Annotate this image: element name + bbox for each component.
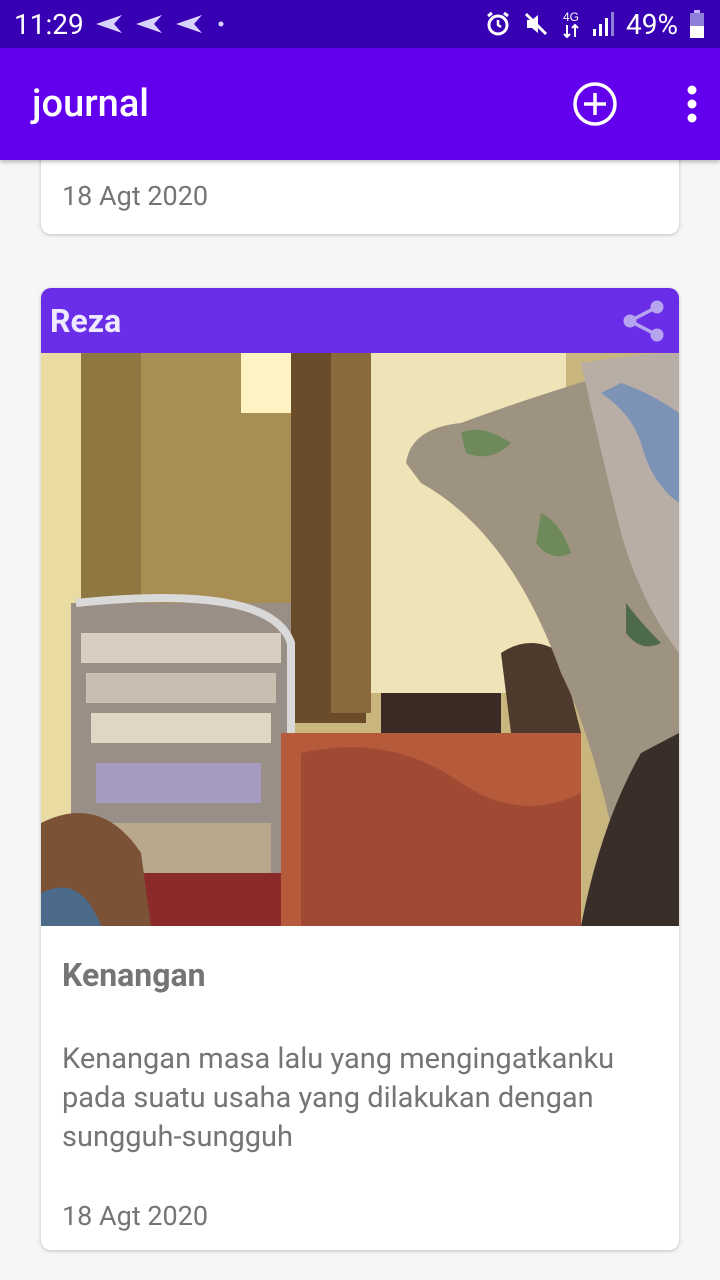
network-4g-icon: 4G (560, 9, 582, 39)
entry-title: Kenangan (62, 956, 206, 994)
app-bar: journal (0, 48, 720, 160)
entry-photo (41, 353, 679, 926)
journal-card[interactable]: Reza Kenangan Kenangan masa lalu yang me… (41, 288, 679, 1250)
add-circle-icon (573, 82, 617, 126)
network-label: 4G (563, 10, 579, 24)
notification-dot-icon (214, 17, 228, 31)
more-vert-icon (687, 85, 697, 123)
battery-icon (688, 9, 706, 39)
battery-percent: 49% (626, 7, 678, 41)
mute-icon (522, 10, 550, 38)
add-entry-button[interactable] (568, 77, 622, 131)
entry-author: Reza (50, 301, 122, 340)
entry-date: 18 Agt 2020 (62, 180, 209, 212)
app-title: journal (32, 82, 149, 126)
status-left: 11:29 (14, 8, 228, 41)
journal-list[interactable]: 18 Agt 2020 Reza Kenangan Kenangan masa … (0, 160, 720, 1280)
more-options-button[interactable] (682, 77, 702, 131)
status-right: 4G 49% (484, 8, 706, 41)
journal-card[interactable]: 18 Agt 2020 (41, 160, 679, 234)
alarm-icon (484, 10, 512, 38)
card-header: Reza (41, 288, 679, 353)
signal-icon (592, 11, 616, 37)
status-bar: 11:29 4G 49% (0, 0, 720, 48)
status-time: 11:29 (14, 7, 84, 41)
entry-body: Kenangan masa lalu yang mengingatkanku p… (62, 1042, 615, 1154)
share-button[interactable] (619, 296, 669, 346)
send-icon (94, 13, 124, 35)
send-icon (174, 13, 204, 35)
entry-date: 18 Agt 2020 (62, 1200, 209, 1232)
share-icon (623, 300, 664, 341)
send-icon (134, 13, 164, 35)
